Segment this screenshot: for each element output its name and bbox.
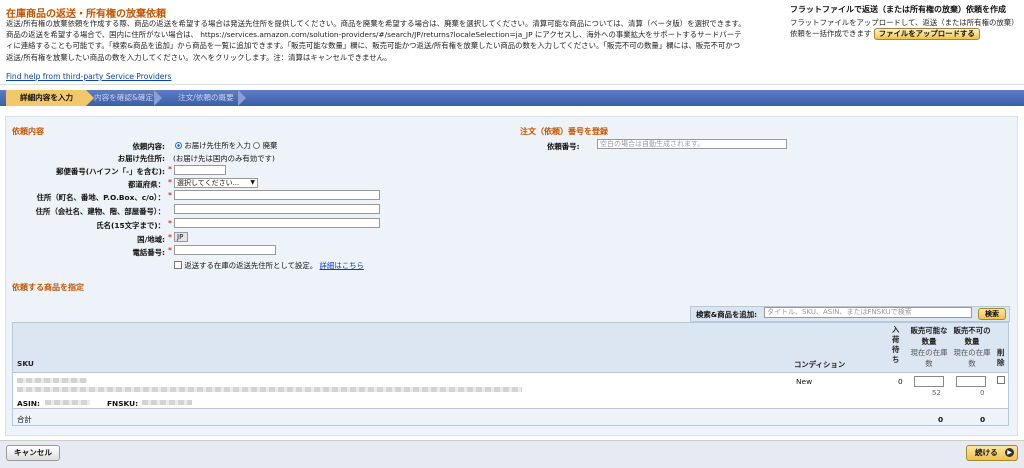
address1-label: 住所（町名、番地、P.O.Box、c/o）：	[36, 193, 165, 202]
total-row	[12, 408, 1009, 426]
flatfile-panel: フラットファイルで返送（または所有権の放棄）依頼を作成 フラットファイルをアップ…	[790, 4, 1020, 40]
remove-checkbox[interactable]	[997, 376, 1005, 384]
divider	[0, 84, 1024, 85]
col-inbound: 入荷待ち	[892, 325, 900, 364]
page-description: 返送/所有権の放棄依頼を作成する際、商品の返送を希望する場合は発送先住所を提供し…	[6, 19, 746, 62]
ship-to-note: (お届け先は国内のみ有効です)	[173, 154, 275, 163]
col-sku: SKU	[17, 359, 34, 368]
prefecture-value: 選択してください...	[177, 179, 240, 187]
help-link[interactable]: Find help from third-party Service Provi…	[6, 72, 172, 81]
footer-bar	[0, 440, 1024, 468]
cancel-button[interactable]: キャンセル	[6, 445, 60, 461]
total-label: 合計	[17, 415, 32, 424]
details-link[interactable]: 詳細はこちら	[320, 261, 364, 270]
chevron-down-icon: ▼	[250, 179, 255, 186]
continue-button[interactable]: 続ける ▶	[966, 445, 1018, 461]
ship-radio-label: お届け先住所を入力	[184, 141, 251, 150]
name-input[interactable]	[174, 218, 380, 228]
address1-input[interactable]	[174, 190, 380, 200]
row-inbound: 0	[898, 377, 903, 386]
redacted-asin	[45, 400, 90, 405]
order-section-title: 注文（依頼）番号を登録	[520, 127, 608, 136]
name-label: 氏名(15文字まで)：	[96, 221, 165, 230]
postal-input[interactable]	[174, 165, 226, 175]
address2-input[interactable]	[174, 204, 380, 214]
col-unsellable-label: 販売不可の数量	[953, 326, 991, 346]
redacted-product-name	[17, 387, 522, 392]
required-mark: *	[168, 219, 172, 228]
required-mark: *	[168, 191, 172, 200]
country-field: JP	[174, 232, 188, 242]
dispose-radio-label: 廃棄	[262, 141, 278, 150]
col-unsellable: 販売不可の数量 現在の在庫数	[952, 325, 992, 369]
fnsku-label: FNSKU:	[107, 399, 139, 408]
row-condition: New	[796, 377, 813, 386]
country-label: 国/地域:	[137, 235, 165, 244]
search-button[interactable]: 検索	[978, 308, 1006, 320]
required-mark: *	[168, 233, 172, 242]
upload-file-button[interactable]: ファイルをアップロードする	[873, 28, 980, 40]
required-mark: *	[168, 178, 172, 187]
redacted-fnsku	[142, 400, 192, 405]
col-condition: コンディション	[794, 360, 846, 369]
continue-label: 続ける	[975, 448, 998, 457]
unsellable-qty-input[interactable]	[956, 376, 986, 387]
phone-label: 電話番号:	[132, 248, 165, 257]
prefecture-select[interactable]: 選択してください... ▼	[174, 178, 258, 188]
required-mark: *	[168, 246, 172, 255]
arrow-right-icon: ▶	[1005, 448, 1014, 457]
search-input[interactable]: タイトル、SKU、ASIN、またはFNSKUで検索	[764, 307, 972, 318]
step-separator-icon	[238, 90, 246, 106]
products-section-title: 依頼する商品を指定	[12, 283, 84, 292]
address2-label: 住所（会社名、建物、階、部屋番号）：	[35, 207, 165, 216]
redacted-title	[17, 378, 87, 383]
step-separator-icon	[154, 90, 162, 106]
table-header	[12, 322, 1009, 373]
phone-input[interactable]	[174, 245, 276, 255]
asin-label: ASIN:	[17, 399, 40, 408]
col-sellable-sub: 現在の在庫数	[910, 348, 948, 368]
col-unsellable-sub: 現在の在庫数	[953, 348, 991, 368]
col-sellable-label: 販売可能な数量	[910, 326, 948, 346]
unsellable-stock: 0	[980, 389, 985, 397]
request-section-title: 依頼内容	[12, 127, 44, 136]
postal-label: 郵便番号(ハイフン「-」を含む):	[56, 167, 165, 176]
step-enter-details: 詳細内容を入力	[6, 90, 94, 106]
total-unsellable: 0	[980, 415, 986, 424]
required-mark: *	[168, 165, 172, 174]
ship-to-label: お届け先住所:	[117, 154, 165, 163]
default-address-row: 返送する在庫の返送先住所として設定。 詳細はこちら	[174, 260, 364, 271]
dispose-radio[interactable]	[253, 142, 261, 149]
order-id-input[interactable]: 空白の場合は自動生成されます。	[597, 139, 787, 149]
ship-radio[interactable]	[175, 142, 182, 149]
col-sellable: 販売可能な数量 現在の在庫数	[910, 325, 948, 369]
prefecture-label: 都道府県：	[128, 180, 165, 189]
order-id-label: 依頼番号:	[547, 142, 580, 151]
sellable-qty-input[interactable]	[914, 376, 944, 387]
total-sellable: 0	[938, 415, 944, 424]
steps-bar: 詳細内容を入力 内容を確認&確定 注文/依頼の概要	[0, 90, 1024, 106]
flatfile-description: フラットファイルをアップロードして、返送（または所有権の放棄）依頼を一括作成でき…	[790, 17, 1020, 40]
search-label: 検索&商品を追加:	[696, 310, 758, 319]
col-remove: 削除	[997, 348, 1005, 367]
sellable-stock: 52	[932, 389, 941, 397]
default-address-label: 返送する在庫の返送先住所として設定。	[184, 261, 318, 270]
request-type-label: 依頼内容:	[132, 142, 165, 151]
flatfile-title: フラットファイルで返送（または所有権の放棄）依頼を作成	[790, 5, 1006, 14]
step-confirm: 内容を確認&確定	[94, 93, 154, 102]
default-address-checkbox[interactable]	[174, 261, 182, 269]
request-type-options: お届け先住所を入力 廃棄	[175, 140, 277, 151]
step-summary: 注文/依頼の概要	[178, 93, 234, 102]
